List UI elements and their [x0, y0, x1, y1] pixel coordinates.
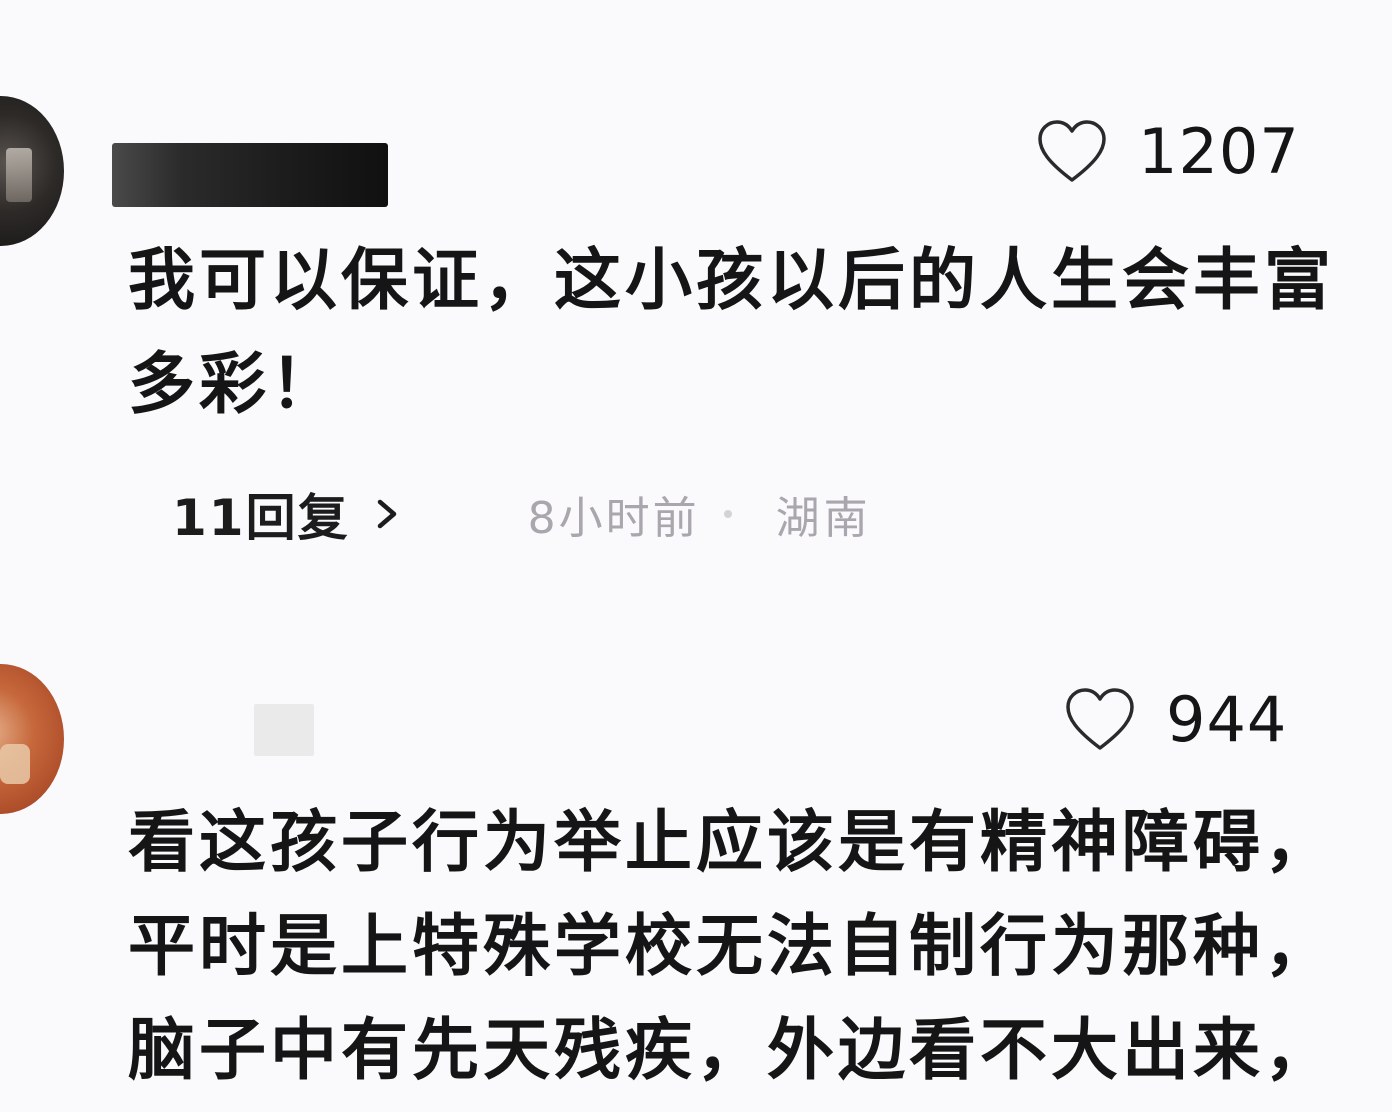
heart-outline-icon: [1038, 120, 1106, 182]
username-redacted: [112, 143, 388, 207]
comment-text: 看这孩子行为举止应该是有精神障碍， 平时是上特殊学校无法自制行为那种， 脑子中有…: [128, 790, 1335, 1102]
like-count: 1207: [1138, 115, 1300, 188]
avatar[interactable]: [0, 664, 64, 814]
avatar[interactable]: [0, 96, 64, 246]
comment-text-line: 看这孩子行为举止应该是有精神障碍，: [128, 803, 1335, 881]
comment-meta: 11回复 8小时前 湖南: [172, 482, 872, 547]
replies-label: 11回复: [172, 489, 350, 547]
like-button[interactable]: 944: [1064, 686, 1287, 754]
comment-text-line: 平时是上特殊学校无法自制行为那种，: [128, 907, 1335, 985]
comment-text-line: 脑子中有先天残疾，外边看不大出来，: [128, 1011, 1335, 1089]
username-redacted: [254, 704, 314, 756]
comment-item: 944 看这孩子行为举止应该是有精神障碍， 平时是上特殊学校无法自制行为那种， …: [0, 600, 1392, 1112]
comment-location: 湖南: [775, 493, 872, 544]
view-replies-button[interactable]: 11回复: [172, 478, 402, 550]
comment-text-line: 我可以保证，这小孩以后的人生会丰富: [128, 241, 1335, 319]
heart-outline-icon: [1066, 688, 1134, 750]
like-count: 944: [1166, 683, 1288, 756]
like-button[interactable]: 1207: [1036, 118, 1300, 186]
comment-text-line: 多彩！: [128, 345, 341, 423]
chevron-right-icon: [377, 499, 396, 529]
comment-text: 我可以保证，这小孩以后的人生会丰富 多彩！: [128, 228, 1335, 436]
separator-dot: [723, 510, 732, 518]
comment-item: 1207 我可以保证，这小孩以后的人生会丰富 多彩！ 11回复 8小时前 湖南: [0, 0, 1392, 600]
comment-time: 8小时前: [527, 493, 700, 544]
